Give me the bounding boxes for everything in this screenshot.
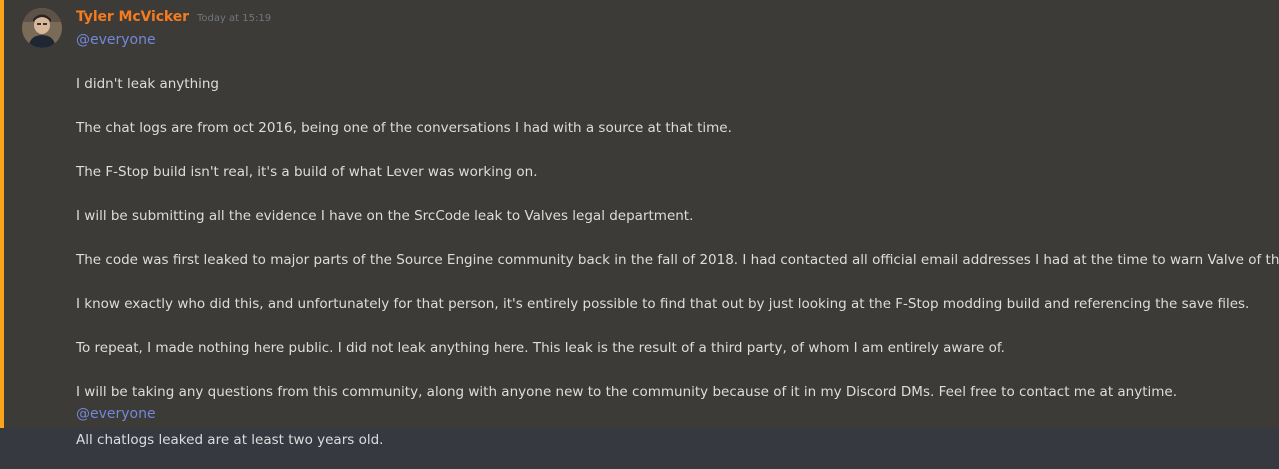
message-line: I will be submitting all the evidence I … bbox=[76, 208, 694, 224]
avatar[interactable] bbox=[22, 8, 62, 48]
message-line: I didn't leak anything bbox=[76, 76, 219, 92]
username[interactable]: Tyler McVicker bbox=[76, 9, 189, 25]
timestamp[interactable]: Today at 15:19 bbox=[197, 13, 271, 24]
message-line: The code was first leaked to major parts… bbox=[76, 252, 1279, 268]
mention-highlight-bar bbox=[0, 0, 4, 428]
message-line: To repeat, I made nothing here public. I… bbox=[76, 340, 1005, 356]
chat-view: Tyler McVicker Today at 15:19 @everyone … bbox=[0, 0, 1279, 469]
message-line: The chat logs are from oct 2016, being o… bbox=[76, 120, 732, 136]
mention-everyone[interactable]: @everyone bbox=[76, 31, 156, 49]
mention-everyone[interactable]: @everyone bbox=[76, 405, 156, 423]
followup-message: All chatlogs leaked are at least two yea… bbox=[76, 432, 384, 448]
message-group-highlighted: Tyler McVicker Today at 15:19 @everyone … bbox=[0, 0, 1279, 428]
message-line: The F-Stop build isn't real, it's a buil… bbox=[76, 164, 538, 180]
message-header: Tyler McVicker Today at 15:19 bbox=[76, 9, 271, 29]
message-line: I will be taking any questions from this… bbox=[76, 384, 1178, 400]
message-line: I know exactly who did this, and unfortu… bbox=[76, 296, 1250, 312]
avatar-image bbox=[22, 8, 62, 48]
